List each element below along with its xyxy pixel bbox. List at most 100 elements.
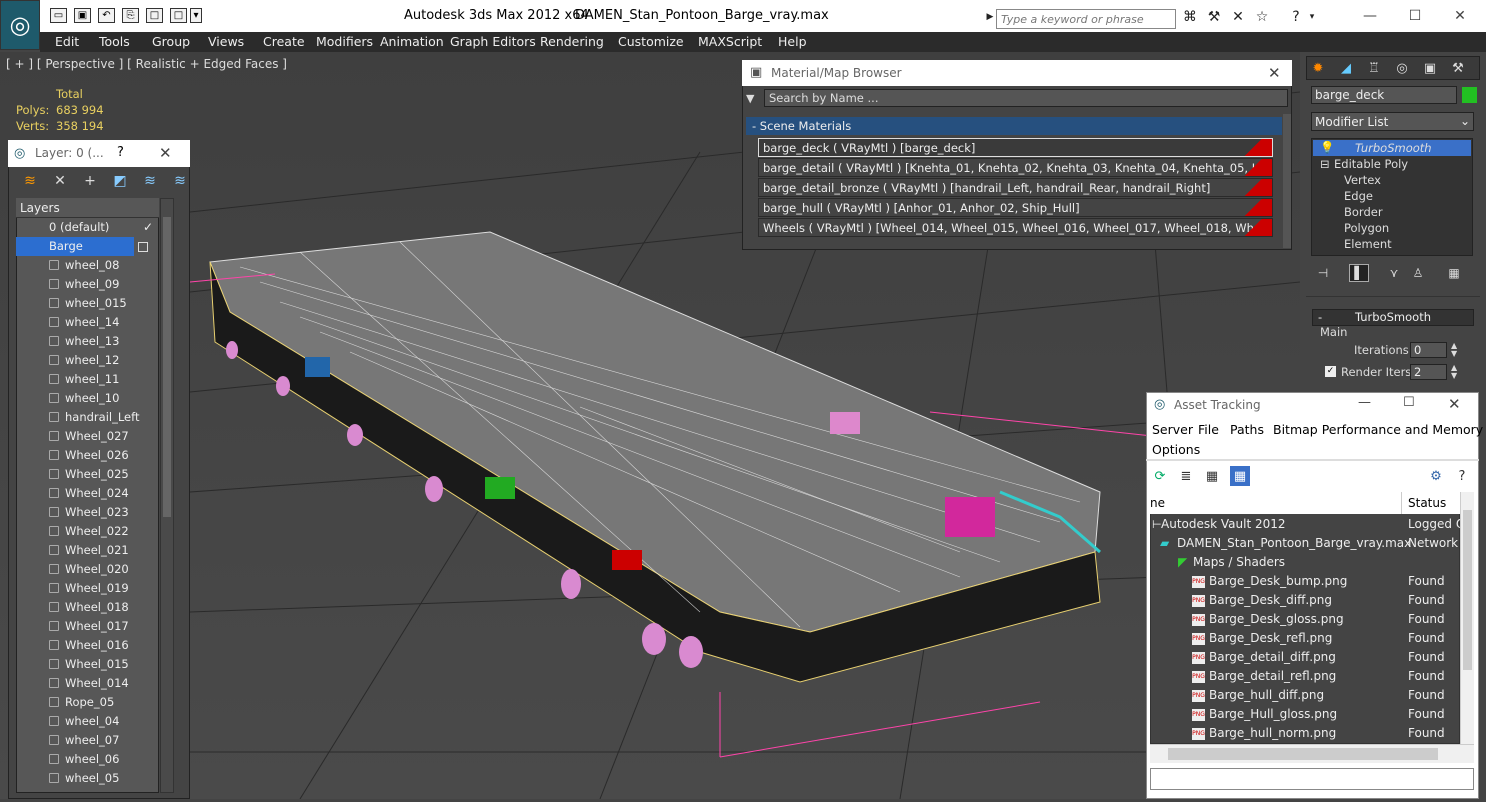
close-icon[interactable]: ✕ bbox=[1448, 395, 1461, 413]
layer-object-row[interactable]: wheel_015 bbox=[16, 294, 159, 313]
layer-object-row[interactable]: Wheel_015 bbox=[16, 655, 159, 674]
layer-object-row[interactable]: wheel_14 bbox=[16, 313, 159, 332]
layer-object-row[interactable]: Wheel_023 bbox=[16, 503, 159, 522]
asset-row[interactable]: ▰ DAMEN_Stan_Pontoon_Barge_vray.max Networ… bbox=[1150, 534, 1460, 553]
layer-object-row[interactable]: wheel_12 bbox=[16, 351, 159, 370]
help-search-input[interactable]: Type a keyword or phrase bbox=[996, 9, 1176, 29]
material-row[interactable]: barge_deck ( VRayMtl ) [barge_deck] bbox=[758, 138, 1273, 157]
asset-path-field[interactable] bbox=[1150, 768, 1474, 790]
show-end-result-icon[interactable]: ▌ bbox=[1349, 264, 1369, 282]
material-row[interactable]: barge_detail ( VRayMtl ) [Knehta_01, Kne… bbox=[758, 158, 1273, 177]
layer-object-row[interactable]: wheel_11 bbox=[16, 370, 159, 389]
material-row[interactable]: Wheels ( VRayMtl ) [Wheel_014, Wheel_015… bbox=[758, 218, 1273, 237]
asset-row[interactable]: PNG Barge_hull_diff.png Found bbox=[1150, 686, 1460, 705]
asset-row[interactable]: PNG Barge_Desk_gloss.png Found bbox=[1150, 610, 1460, 629]
menu-views[interactable]: Views bbox=[208, 34, 244, 49]
menu-help[interactable]: Help bbox=[778, 34, 807, 49]
status-column-header[interactable]: Status bbox=[1408, 496, 1446, 510]
layer-object-row[interactable]: Wheel_014 bbox=[16, 674, 159, 693]
stack-item-editable-poly[interactable]: Editable Poly bbox=[1334, 157, 1408, 171]
undo-icon[interactable]: ↶ bbox=[98, 8, 115, 23]
material-row[interactable]: barge_hull ( VRayMtl ) [Anhor_01, Anhor_… bbox=[758, 198, 1273, 217]
layer-object-row[interactable]: Wheel_016 bbox=[16, 636, 159, 655]
name-column-header[interactable]: ne bbox=[1150, 496, 1165, 510]
menu-graph-editors[interactable]: Graph Editors bbox=[450, 34, 536, 49]
minimize-icon[interactable]: — bbox=[1355, 6, 1385, 26]
layer-object-row[interactable]: Wheel_018 bbox=[16, 598, 159, 617]
make-unique-icon[interactable]: ⋎ bbox=[1384, 264, 1404, 282]
stack-item-vertex[interactable]: Vertex bbox=[1344, 173, 1381, 187]
object-color-swatch[interactable] bbox=[1462, 87, 1477, 103]
redo-icon[interactable]: ⎘ bbox=[122, 8, 139, 23]
menu-tools[interactable]: Tools bbox=[99, 34, 130, 49]
layer-object-row[interactable]: handrail_Left bbox=[16, 408, 159, 427]
scrollbar-thumb[interactable] bbox=[1463, 510, 1472, 670]
favorites-star-icon[interactable]: ☆ bbox=[1252, 7, 1272, 27]
utilities-tab-icon[interactable]: ⚒ bbox=[1447, 58, 1469, 78]
asset-row[interactable]: PNG Barge_detail_diff.png Found bbox=[1150, 648, 1460, 667]
help-icon[interactable]: ? bbox=[1452, 466, 1472, 486]
layer-object-row[interactable]: Wheel_017 bbox=[16, 617, 159, 636]
menu-edit[interactable]: Edit bbox=[55, 34, 79, 49]
thumbnail-view-icon[interactable]: ▦ bbox=[1202, 466, 1222, 486]
motion-tab-icon[interactable]: ◎ bbox=[1391, 58, 1413, 78]
layer-object-row[interactable]: Wheel_021 bbox=[16, 541, 159, 560]
scrollbar-thumb[interactable] bbox=[1168, 748, 1438, 760]
pin-stack-icon[interactable]: ⊣ bbox=[1313, 264, 1333, 282]
quick-access-dropdown-icon[interactable]: ▾ bbox=[190, 8, 202, 23]
layer-object-row[interactable]: Wheel_019 bbox=[16, 579, 159, 598]
asset-row[interactable]: PNG Barge_Desk_bump.png Found bbox=[1150, 572, 1460, 591]
modifier-list-dropdown[interactable]: Modifier List ⌄ bbox=[1311, 112, 1474, 131]
stack-item-turbosmooth[interactable]: TurboSmooth bbox=[1355, 141, 1432, 155]
menu-group[interactable]: Group bbox=[152, 34, 190, 49]
render-iters-spinner[interactable]: 2 bbox=[1410, 364, 1447, 380]
asset-row[interactable]: PNG Barge_Desk_diff.png Found bbox=[1150, 591, 1460, 610]
remove-modifier-icon[interactable]: ♙ bbox=[1408, 264, 1428, 282]
asset-row[interactable]: PNG Barge_hull_norm.png Found bbox=[1150, 724, 1460, 743]
layer-object-row[interactable]: wheel_04 bbox=[16, 712, 159, 731]
minimize-icon[interactable]: — bbox=[1358, 395, 1371, 410]
asset-row[interactable]: PNG Barge_Hull_gloss.png Found bbox=[1150, 705, 1460, 724]
menu-maxscript[interactable]: MAXScript bbox=[698, 34, 762, 49]
spinner-arrows-icon[interactable]: ▲ ▼ bbox=[1451, 364, 1457, 380]
delete-layer-icon[interactable]: ✕ bbox=[50, 172, 70, 190]
maximize-icon[interactable]: ☐ bbox=[1403, 395, 1415, 410]
layer-current-box-icon[interactable] bbox=[138, 242, 148, 252]
app-logo-button[interactable]: ◎ bbox=[0, 0, 40, 50]
collapse-icon[interactable]: ⊟ bbox=[1320, 157, 1330, 171]
menu-create[interactable]: Create bbox=[263, 34, 305, 49]
asset-menu-paths[interactable]: Paths bbox=[1230, 422, 1264, 437]
asset-menu-file[interactable]: File bbox=[1198, 422, 1219, 437]
help-dropdown-icon[interactable]: ▾ bbox=[1306, 7, 1318, 27]
highlight-layer-icon[interactable]: ≋ bbox=[140, 172, 160, 190]
layer-object-row[interactable]: Wheel_022 bbox=[16, 522, 159, 541]
table-view-icon[interactable]: ▦ bbox=[1230, 466, 1250, 486]
layer-object-row[interactable]: Wheel_020 bbox=[16, 560, 159, 579]
vault-connect-icon[interactable]: ⚙ bbox=[1426, 466, 1446, 486]
hierarchy-tab-icon[interactable]: ♖ bbox=[1363, 58, 1385, 78]
stack-item-border[interactable]: Border bbox=[1344, 205, 1383, 219]
asset-vertical-scrollbar[interactable] bbox=[1460, 492, 1474, 744]
layer-object-row[interactable]: wheel_05 bbox=[16, 769, 159, 788]
lightbulb-icon[interactable]: 💡 bbox=[1320, 140, 1334, 154]
help-icon[interactable]: ? bbox=[1286, 7, 1306, 27]
layer-object-row[interactable]: Wheel_025 bbox=[16, 465, 159, 484]
layer-object-row[interactable]: wheel_09 bbox=[16, 275, 159, 294]
asset-horizontal-scrollbar[interactable] bbox=[1150, 744, 1474, 763]
object-name-field[interactable]: barge_deck bbox=[1311, 86, 1457, 104]
active-layer-check-icon[interactable]: ✓ bbox=[143, 218, 153, 237]
layer-object-row[interactable]: Wheel_024 bbox=[16, 484, 159, 503]
open-file-icon[interactable]: ▭ bbox=[50, 8, 67, 23]
select-in-layer-icon[interactable]: ◩ bbox=[110, 172, 130, 190]
layer-scrollbar[interactable] bbox=[160, 198, 174, 793]
workspace-icon[interactable]: □ bbox=[170, 8, 187, 23]
asset-menu-options[interactable]: Options bbox=[1152, 442, 1200, 457]
binoculars-icon[interactable]: ⌘ bbox=[1180, 7, 1200, 27]
display-tab-icon[interactable]: ▣ bbox=[1419, 58, 1441, 78]
close-icon[interactable]: ✕ bbox=[1445, 6, 1475, 26]
subscription-icon[interactable]: ⚒ bbox=[1204, 7, 1224, 27]
iterations-spinner[interactable]: 0 bbox=[1410, 342, 1447, 358]
scene-materials-group[interactable]: - Scene Materials bbox=[746, 117, 1282, 135]
asset-row[interactable]: ⊢ Autodesk Vault 2012 Logged O bbox=[1150, 515, 1460, 534]
new-layer-icon[interactable]: ≋ bbox=[20, 172, 40, 190]
